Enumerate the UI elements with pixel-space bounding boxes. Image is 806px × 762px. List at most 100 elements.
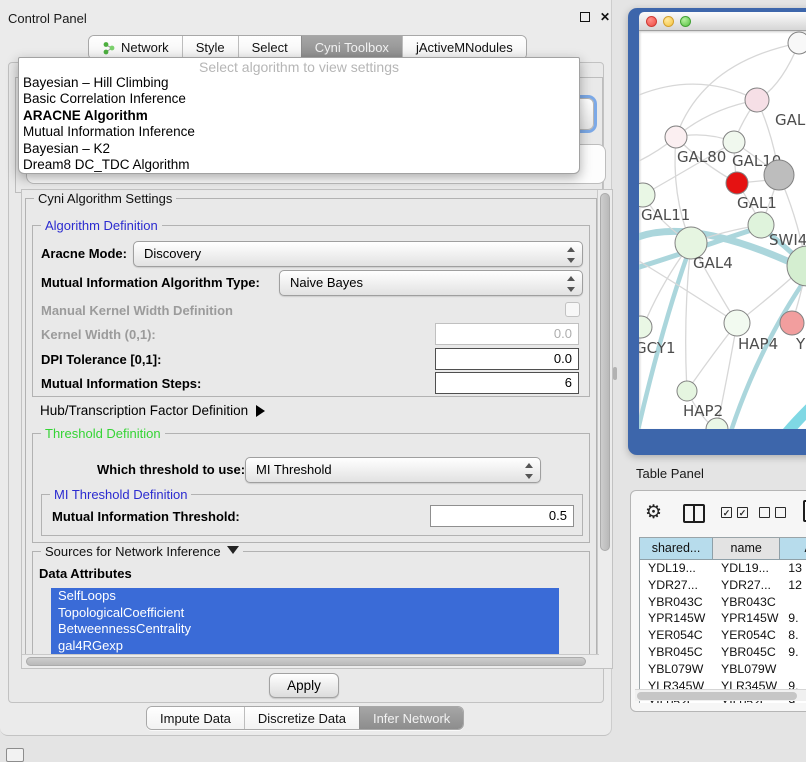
column-header-name[interactable]: name <box>713 538 780 560</box>
dpi-tolerance-label: DPI Tolerance [0,1]: <box>41 352 161 367</box>
dpi-tolerance-field[interactable]: 0.0 <box>435 348 579 370</box>
column-header-a[interactable]: A <box>780 538 806 560</box>
table-row[interactable]: YDR27...YDR27...12 <box>640 577 806 594</box>
which-threshold-combobox[interactable]: MI Threshold <box>245 457 541 483</box>
network-node-gal10[interactable] <box>723 131 745 153</box>
kernel-width-field[interactable]: 0.0 <box>435 323 579 345</box>
tab-cyni-toolbox[interactable]: Cyni Toolbox <box>301 36 402 59</box>
network-node-gal11[interactable] <box>639 183 655 207</box>
table-row[interactable]: YBR045CYBR045C9. <box>640 644 806 661</box>
table-cell[interactable]: YDL19... <box>713 560 780 577</box>
attribute-list-item[interactable]: gal4RGexp <box>51 638 559 655</box>
apply-button[interactable]: Apply <box>269 673 339 698</box>
table-cell[interactable]: YDL19... <box>640 560 713 577</box>
table-cell[interactable]: 9. <box>780 644 806 661</box>
minimize-traffic-light-icon[interactable] <box>663 16 674 27</box>
table-row[interactable]: YER054CYER054C8. <box>640 627 806 644</box>
table-cell[interactable]: YDR27... <box>713 577 780 594</box>
aracne-mode-combobox[interactable]: Discovery <box>133 241 583 267</box>
table-cell[interactable]: YBL079W <box>640 661 713 678</box>
algorithm-option[interactable]: Bayesian – K2 <box>19 141 579 157</box>
settings-vertical-scrollbar[interactable] <box>597 190 612 669</box>
table-row[interactable]: YPR145WYPR145W9. <box>640 610 806 627</box>
table-cell[interactable]: YPR145W <box>640 610 713 627</box>
tab-style[interactable]: Style <box>182 36 238 59</box>
table-cell[interactable]: YBR045C <box>713 644 780 661</box>
network-canvas[interactable]: GALGAL80GAL10GAL11GAL1SWI4GAL4GCY1HAP4YH… <box>639 31 806 429</box>
deselect-all-checkbox-icon[interactable] <box>759 507 770 518</box>
tab-impute-data[interactable]: Impute Data <box>147 707 244 729</box>
float-window-icon[interactable] <box>580 12 590 22</box>
sources-group-title[interactable]: Sources for Network Inference <box>41 544 243 560</box>
tab-select[interactable]: Select <box>238 36 301 59</box>
table-horizontal-scrollbar[interactable] <box>635 689 806 701</box>
network-node-hap4[interactable] <box>724 310 750 336</box>
gear-icon[interactable]: ⚙ <box>645 501 662 524</box>
table-cell[interactable] <box>780 594 806 611</box>
network-node[interactable] <box>726 172 748 194</box>
algorithm-option[interactable]: Basic Correlation Inference <box>19 91 579 107</box>
network-node[interactable] <box>788 32 806 54</box>
close-traffic-light-icon[interactable] <box>646 16 657 27</box>
mi-algorithm-type-combobox[interactable]: Naive Bayes <box>279 270 583 296</box>
algorithm-option[interactable]: Mutual Information Inference <box>19 124 579 140</box>
algorithm-option[interactable]: ARACNE Algorithm <box>19 108 579 124</box>
table-cell[interactable]: YER054C <box>713 627 780 644</box>
node-label: GCY1 <box>639 339 676 357</box>
manual-kernel-checkbox[interactable] <box>565 302 580 317</box>
table-cell[interactable]: 8. <box>780 627 806 644</box>
attribute-list-item[interactable]: TopologicalCoefficient <box>51 605 559 622</box>
network-node-hap2[interactable] <box>677 381 697 401</box>
attribute-list-item[interactable]: SelfLoops <box>51 588 559 605</box>
table-cell[interactable]: YBR045C <box>640 644 713 661</box>
network-node-gcy1[interactable] <box>639 316 652 338</box>
split-columns-icon[interactable] <box>683 504 705 523</box>
network-node[interactable] <box>764 160 794 190</box>
node-label: GAL1 <box>737 194 777 212</box>
panel-splitter-handle[interactable] <box>613 367 617 380</box>
tab-jactivemnodules[interactable]: jActiveMNodules <box>402 36 526 59</box>
tab-infer-network[interactable]: Infer Network <box>359 707 463 729</box>
zoom-traffic-light-icon[interactable] <box>680 16 691 27</box>
table-row[interactable]: YBR043CYBR043C <box>640 594 806 611</box>
network-node-y[interactable] <box>780 311 804 335</box>
mi-steps-field[interactable]: 6 <box>435 372 579 394</box>
network-node-gal[interactable] <box>745 88 769 112</box>
table-cell[interactable]: YPR145W <box>713 610 780 627</box>
table-cell[interactable]: YBR043C <box>640 594 713 611</box>
attribute-list-item[interactable]: BetweennessCentrality <box>51 621 559 638</box>
tab-network[interactable]: Network <box>89 36 182 59</box>
table-cell[interactable]: YER054C <box>640 627 713 644</box>
table-cell[interactable]: 13 <box>780 560 806 577</box>
table-cell[interactable]: 12 <box>780 577 806 594</box>
algorithm-option[interactable]: Dream8 DC_TDC Algorithm <box>19 157 579 173</box>
table-cell[interactable]: YBR043C <box>713 594 780 611</box>
select-all-checkbox-icon[interactable]: ✓ <box>721 507 732 518</box>
algorithm-option[interactable]: Bayesian – Hill Climbing <box>19 75 579 91</box>
select-all-checkbox-icon[interactable]: ✓ <box>737 507 748 518</box>
algorithm-definition-group: Algorithm Definition Aracne Mode: Discov… <box>32 225 590 397</box>
node-table[interactable]: shared... name A YDL19...YDL19...13YDR27… <box>639 537 806 703</box>
network-view-window[interactable]: GALGAL80GAL10GAL11GAL1SWI4GAL4GCY1HAP4YH… <box>628 8 806 455</box>
column-header-shared[interactable]: shared... <box>640 538 713 560</box>
table-cell[interactable]: YDR27... <box>640 577 713 594</box>
deselect-all-checkbox-icon[interactable] <box>775 507 786 518</box>
network-window-titlebar[interactable] <box>639 12 806 31</box>
hub-definition-label: Hub/Transcription Factor Definition <box>40 403 248 418</box>
mi-threshold-field[interactable]: 0.5 <box>430 505 574 527</box>
settings-horizontal-scrollbar[interactable] <box>22 654 599 668</box>
close-icon[interactable]: ✕ <box>600 10 610 24</box>
table-header-row: shared... name A <box>640 538 806 560</box>
table-row[interactable]: YBL079WYBL079W <box>640 661 806 678</box>
aracne-mode-value: Discovery <box>144 246 201 261</box>
data-attributes-list[interactable]: SelfLoopsTopologicalCoefficientBetweenne… <box>51 588 559 656</box>
hub-definition-expander[interactable]: Hub/Transcription Factor Definition <box>40 403 271 418</box>
table-row[interactable]: YDL19...YDL19...13 <box>640 560 806 577</box>
node-label: GAL80 <box>677 148 726 166</box>
tab-discretize-data[interactable]: Discretize Data <box>244 707 359 729</box>
table-cell[interactable]: 9. <box>780 610 806 627</box>
table-cell[interactable] <box>780 661 806 678</box>
collapsed-panel-chip[interactable] <box>6 748 24 762</box>
network-node-gal80[interactable] <box>665 126 687 148</box>
table-cell[interactable]: YBL079W <box>713 661 780 678</box>
